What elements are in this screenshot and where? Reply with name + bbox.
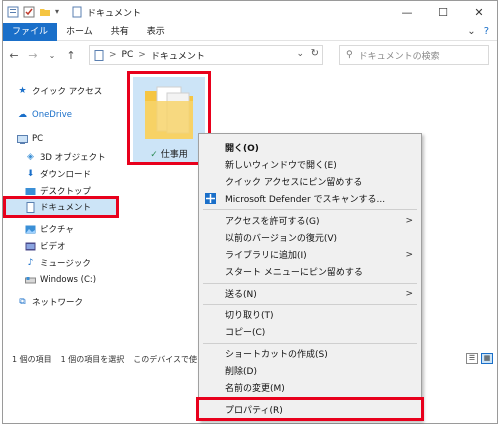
menu-item-create-shortcut[interactable]: ショートカットの作成(S) <box>199 345 421 362</box>
menu-separator <box>203 209 417 210</box>
search-icon: ⚲ <box>346 50 353 60</box>
navigation-pane: ★ クイック アクセス ☁ OneDrive PC ◈ 3D オブジェクト ⬇ … <box>3 75 123 345</box>
up-button[interactable]: ↑ <box>63 49 79 62</box>
network-icon: ⧉ <box>19 296 26 307</box>
download-icon: ⬇ <box>26 168 35 179</box>
window-controls: — ☐ ✕ <box>389 1 497 23</box>
window-title: ドキュメント <box>87 8 142 19</box>
tab-view[interactable]: 表示 <box>138 23 174 41</box>
context-menu: 開く(O) 新しいウィンドウで開く(E) クイック アクセスにピン留めする Mi… <box>198 133 422 421</box>
checkbox-icon[interactable] <box>23 6 35 18</box>
menu-item-defender-scan[interactable]: Microsoft Defender でスキャンする... <box>199 190 421 207</box>
sidebar-item-pictures[interactable]: ピクチャ <box>25 221 74 237</box>
title-bar: ▾ ドキュメント — ☐ ✕ <box>3 1 497 23</box>
address-dropdown-icon[interactable]: ⌄ <box>296 49 304 59</box>
menu-separator <box>203 343 417 344</box>
menu-separator <box>203 283 417 284</box>
pc-icon <box>17 134 28 145</box>
sidebar-item-windows-c[interactable]: Windows (C:) <box>25 272 96 288</box>
sidebar-item-downloads[interactable]: ⬇ ダウンロード <box>25 166 91 182</box>
video-icon <box>25 241 36 252</box>
search-placeholder: ドキュメントの検索 <box>358 51 440 62</box>
help-icon[interactable]: ? <box>484 26 489 37</box>
menu-item-open[interactable]: 開く(O) <box>199 139 421 156</box>
new-folder-icon[interactable] <box>39 6 51 18</box>
maximize-button[interactable]: ☐ <box>425 1 461 23</box>
ribbon-tabs: ファイル ホーム 共有 表示 ⌄ ? <box>3 23 497 41</box>
sidebar-item-videos[interactable]: ビデオ <box>25 238 66 254</box>
close-button[interactable]: ✕ <box>461 1 497 23</box>
menu-separator <box>203 304 417 305</box>
menu-item-restore-versions[interactable]: 以前のバージョンの復元(V) <box>199 229 421 246</box>
cube-icon: ◈ <box>27 151 34 162</box>
title-folder-icon <box>72 6 82 18</box>
menu-item-pin-quick-access[interactable]: クイック アクセスにピン留めする <box>199 173 421 190</box>
submenu-arrow-icon: > <box>405 215 413 226</box>
defender-shield-icon <box>205 193 216 204</box>
details-view-icon[interactable]: ☰ <box>466 353 478 364</box>
minimize-button[interactable]: — <box>389 1 425 23</box>
back-button[interactable]: ← <box>6 49 22 62</box>
tab-home[interactable]: ホーム <box>57 23 102 41</box>
view-buttons: ☰ ▦ <box>466 353 493 364</box>
expand-ribbon-icon[interactable]: ⌄ <box>467 26 475 37</box>
highlight-properties <box>196 397 424 421</box>
sidebar-item-3d-objects[interactable]: ◈ 3D オブジェクト <box>25 149 106 165</box>
breadcrumb-documents[interactable]: ドキュメント <box>151 49 205 62</box>
sidebar-item-quick-access[interactable]: ★ クイック アクセス <box>17 83 102 99</box>
cloud-icon: ☁ <box>18 109 27 120</box>
submenu-arrow-icon: > <box>405 288 413 299</box>
documents-icon <box>94 49 104 61</box>
folder-properties-icon[interactable] <box>7 6 19 18</box>
music-icon: ♪ <box>27 257 34 268</box>
menu-item-send-to[interactable]: 送る(N) > <box>199 285 421 302</box>
pictures-icon <box>25 224 36 235</box>
menu-item-open-new-window[interactable]: 新しいウィンドウで開く(E) <box>199 156 421 173</box>
desktop-folder-icon <box>25 186 36 197</box>
sidebar-item-network[interactable]: ⧉ ネットワーク <box>17 294 83 310</box>
sidebar-item-onedrive[interactable]: ☁ OneDrive <box>17 107 72 123</box>
refresh-icon[interactable]: ↻ <box>311 48 319 59</box>
submenu-arrow-icon: > <box>405 249 413 260</box>
search-box[interactable]: ⚲ ドキュメントの検索 <box>339 45 489 65</box>
tab-share[interactable]: 共有 <box>102 23 138 41</box>
highlight-documents-nav <box>3 196 119 218</box>
breadcrumb-pc[interactable]: PC <box>122 50 134 60</box>
drive-icon <box>25 275 36 286</box>
path-separator: > <box>138 50 146 60</box>
sidebar-item-pc[interactable]: PC <box>17 131 43 147</box>
menu-item-rename[interactable]: 名前の変更(M) <box>199 379 421 396</box>
status-item-count: 1 個の項目 <box>12 354 52 364</box>
status-selected-count: 1 個の項目を選択 <box>60 354 125 364</box>
ribbon-right-controls: ⌄ ? <box>467 26 489 37</box>
large-icons-view-icon[interactable]: ▦ <box>481 353 493 364</box>
address-bar[interactable]: > PC > ドキュメント ⌄ ↻ <box>89 45 323 65</box>
menu-item-copy[interactable]: コピー(C) <box>199 323 421 340</box>
recent-locations-button[interactable]: ⌄ <box>44 51 60 60</box>
menu-item-give-access[interactable]: アクセスを許可する(G) > <box>199 212 421 229</box>
menu-item-cut[interactable]: 切り取り(T) <box>199 306 421 323</box>
menu-item-delete[interactable]: 削除(D) <box>199 362 421 379</box>
status-device: このデバイスで使 <box>133 354 198 364</box>
quick-access-dropdown-icon[interactable]: ▾ <box>55 6 67 18</box>
menu-item-pin-start[interactable]: スタート メニューにピン留めする <box>199 263 421 280</box>
tab-file[interactable]: ファイル <box>3 23 58 41</box>
star-icon: ★ <box>18 85 27 96</box>
menu-item-add-to-library[interactable]: ライブラリに追加(I) > <box>199 246 421 263</box>
path-separator: > <box>109 50 117 60</box>
address-row: ← → ⌄ ↑ > PC > ドキュメント ⌄ ↻ ⚲ ドキュメントの検索 <box>3 41 497 69</box>
forward-button[interactable]: → <box>25 49 41 62</box>
sidebar-item-music[interactable]: ♪ ミュージック <box>25 255 91 271</box>
